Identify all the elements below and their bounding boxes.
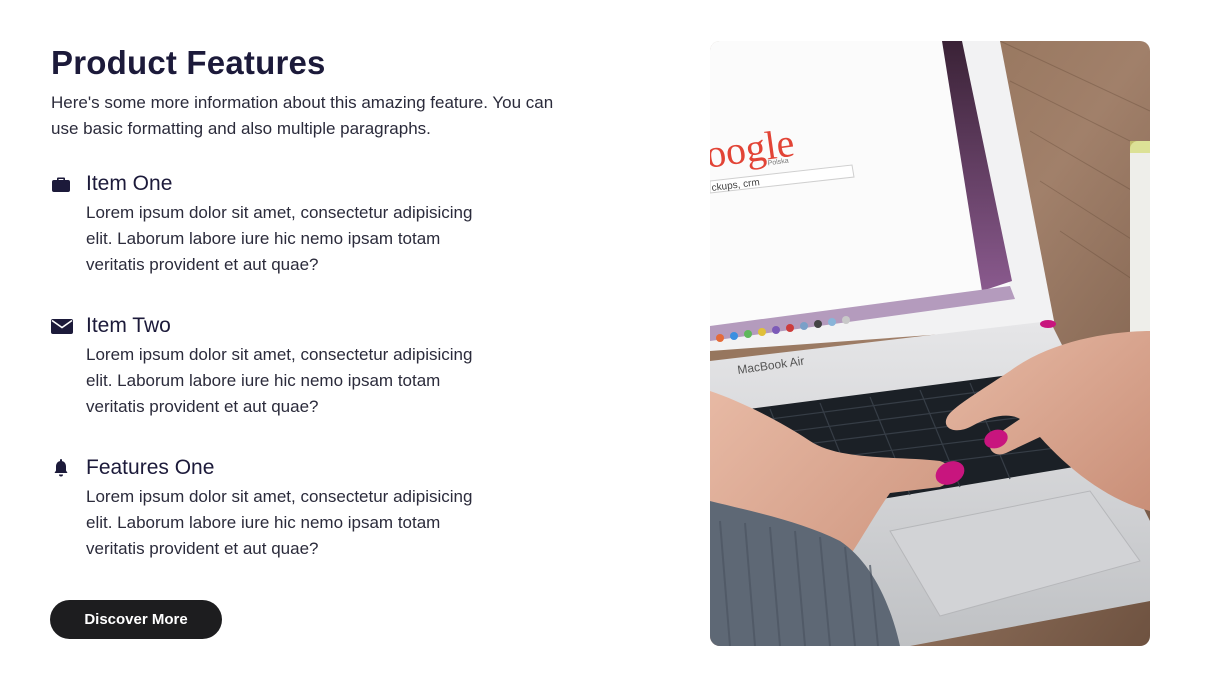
feature-title: Item One [86,172,173,195]
feature-description: Lorem ipsum dolor sit amet, consectetur … [86,203,473,274]
feature-description: Lorem ipsum dolor sit amet, consectetur … [86,487,473,558]
section-title: Product Features [51,44,326,81]
briefcase-icon [51,174,71,194]
feature-title: Features One [86,456,215,479]
feature-title: Item Two [86,314,171,337]
laptop-photo: oogle Polska ckups, crm MacBook Air [710,41,1150,646]
features-section: Product Features Here's some more inform… [51,44,591,597]
feature-item-two: Item Two Lorem ipsum dolor sit amet, con… [51,313,591,420]
feature-list: Item One Lorem ipsum dolor sit amet, con… [51,171,591,562]
feature-item-one: Item One Lorem ipsum dolor sit amet, con… [51,171,591,278]
feature-description: Lorem ipsum dolor sit amet, consectetur … [86,345,473,416]
envelope-icon [51,316,73,336]
section-intro: Here's some more information about this … [51,93,554,138]
discover-more-button[interactable]: Discover More [50,600,222,639]
feature-item-three: Features One Lorem ipsum dolor sit amet,… [51,455,591,562]
bell-icon [51,458,71,478]
